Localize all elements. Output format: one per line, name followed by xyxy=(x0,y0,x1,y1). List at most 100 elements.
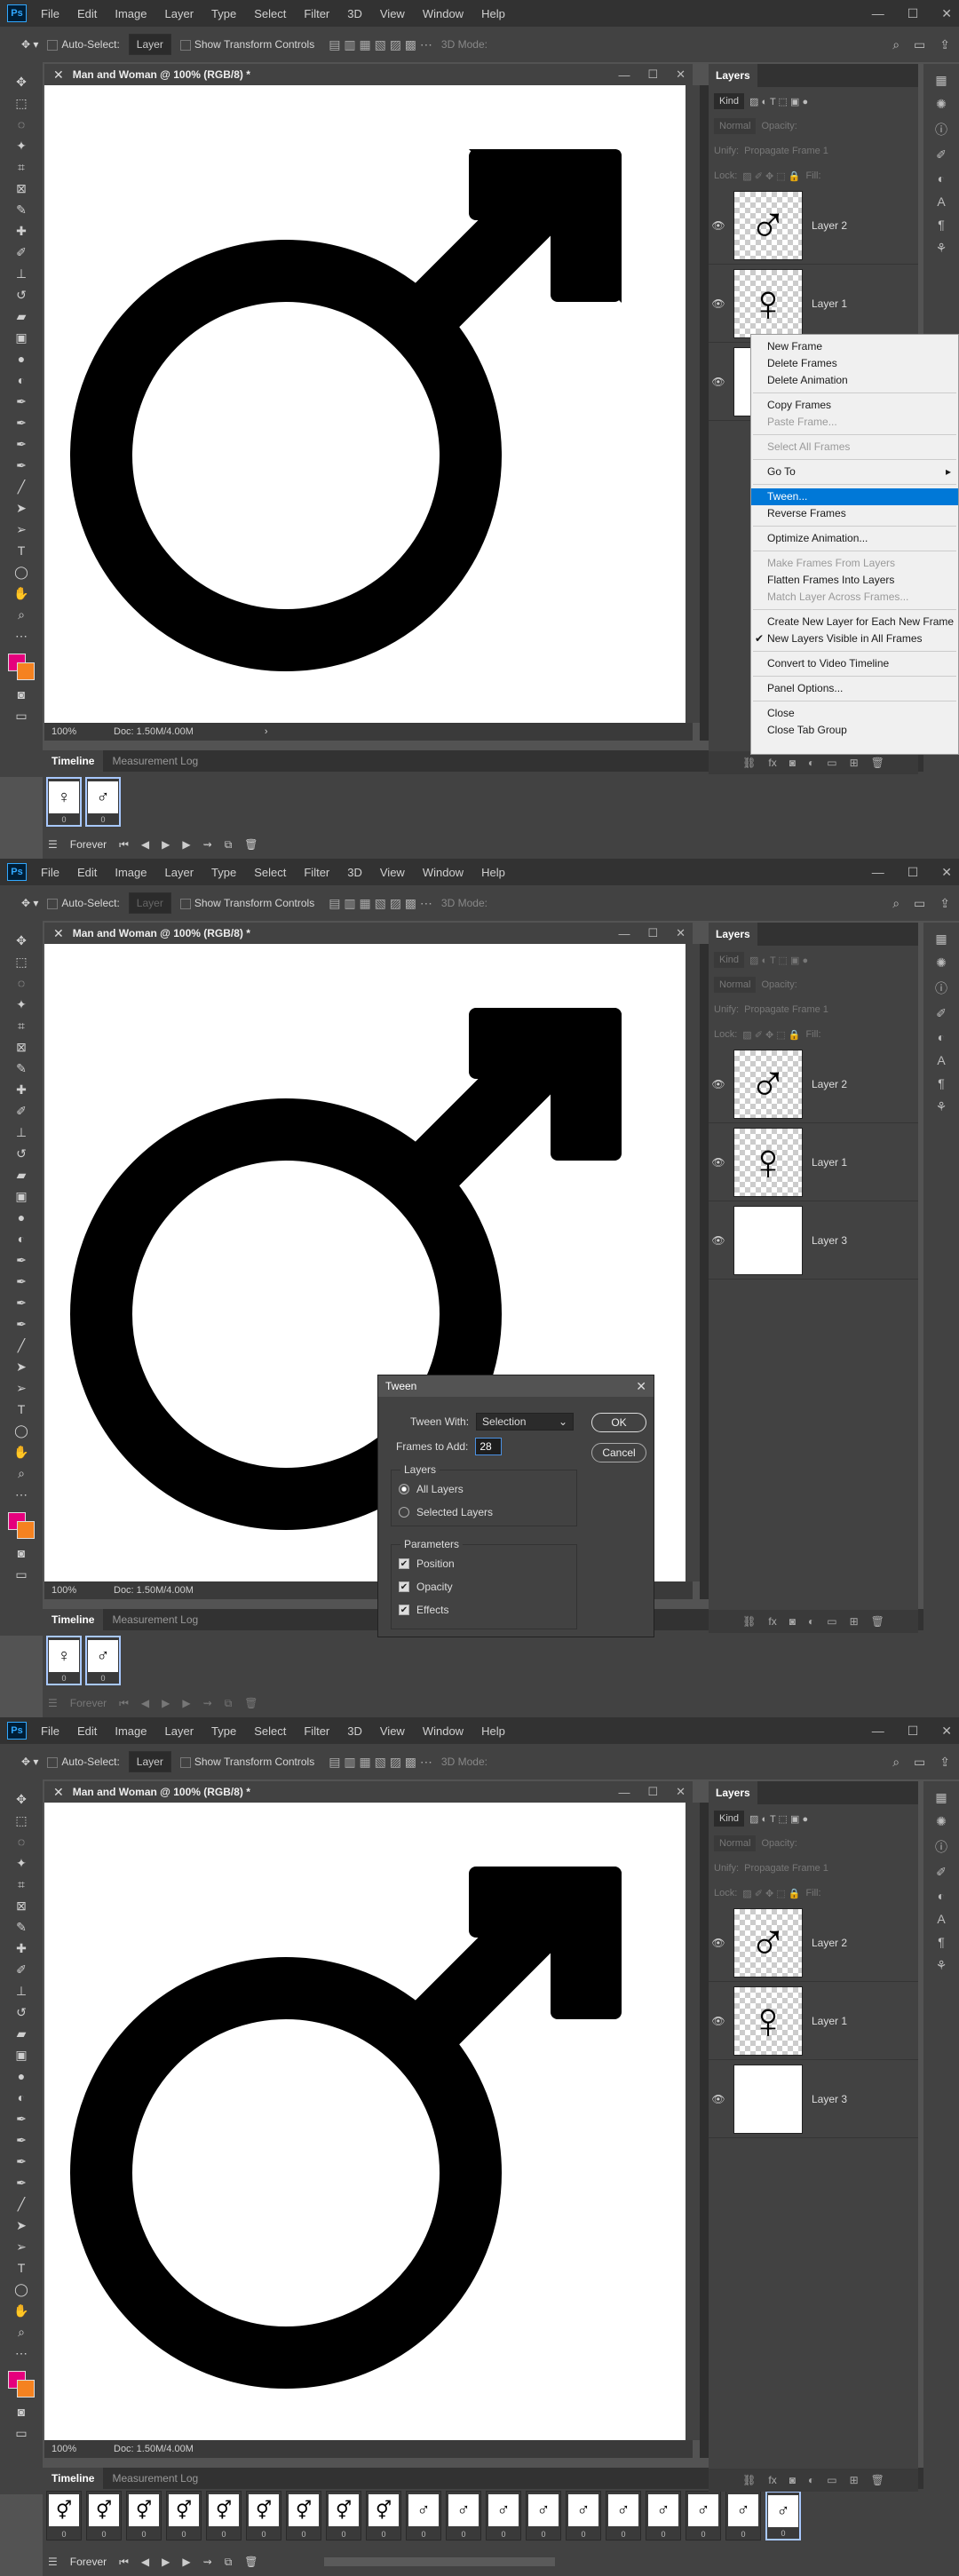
magic-wand-icon[interactable]: ✦ xyxy=(8,995,35,1013)
canvas-scrollbar[interactable] xyxy=(686,85,700,723)
doc-close-window-icon[interactable]: ✕ xyxy=(676,1785,686,1799)
color-swatches[interactable] xyxy=(6,652,36,682)
link-icon[interactable]: ⛓ xyxy=(742,1615,756,1628)
tab-timeline[interactable]: Timeline xyxy=(43,750,104,772)
prev-frame-icon[interactable]: ◀ xyxy=(141,1697,149,1709)
doc-close-window-icon[interactable]: ✕ xyxy=(676,926,686,940)
lasso-icon[interactable]: ◌ xyxy=(8,1833,35,1851)
more-tools-icon[interactable]: ⋯ xyxy=(8,627,35,645)
move-icon[interactable]: ✥ xyxy=(8,1790,35,1808)
stamp-icon[interactable]: ⊥ xyxy=(8,1982,35,2000)
canvas-scrollbar[interactable] xyxy=(686,944,700,1581)
doc-restore-icon[interactable]: ☐ xyxy=(647,67,658,82)
path-select-icon[interactable]: ➤ xyxy=(8,2216,35,2234)
crop-icon[interactable]: ⌗ xyxy=(8,158,35,176)
line-icon[interactable]: ╱ xyxy=(8,1336,35,1354)
eraser-icon[interactable]: ▰ xyxy=(8,307,35,325)
menu-help[interactable]: Help xyxy=(472,7,514,20)
frame-delay[interactable]: 0 xyxy=(261,2530,266,2539)
ellipse-icon[interactable]: ◯ xyxy=(8,2280,35,2298)
menu-file[interactable]: File xyxy=(32,1724,68,1738)
ctx-convert-video[interactable]: Convert to Video Timeline xyxy=(751,655,958,672)
zoom-icon[interactable]: ⌕ xyxy=(8,2323,35,2341)
ellipse-icon[interactable]: ◯ xyxy=(8,1422,35,1439)
ctx-create-new-layer[interactable]: Create New Layer for Each New Frame xyxy=(751,614,958,630)
more-tools-icon[interactable]: ⋯ xyxy=(8,1486,35,1503)
frame-delay[interactable]: 0 xyxy=(781,2529,785,2538)
tween-with-select[interactable]: Selection ⌄ xyxy=(476,1413,575,1431)
adjust-icon[interactable]: ◐ xyxy=(938,171,945,186)
menu-file[interactable]: File xyxy=(32,866,68,879)
marquee-icon[interactable]: ⬚ xyxy=(8,1811,35,1829)
trash-icon[interactable]: 🗑 xyxy=(871,757,884,769)
layer-dropdown[interactable]: Layer xyxy=(128,892,171,914)
frame-delay[interactable]: 0 xyxy=(101,2530,106,2539)
zoom-level[interactable]: 100% xyxy=(52,726,114,737)
frame-delay[interactable]: 0 xyxy=(61,2530,66,2539)
marquee-icon[interactable]: ⬚ xyxy=(8,94,35,112)
prev-frame-icon[interactable]: ◀ xyxy=(141,838,149,851)
frame-icon[interactable]: ⊠ xyxy=(8,179,35,197)
layer-row[interactable]: 👁 ♀ Layer 1 xyxy=(709,265,918,343)
delete-frame-icon[interactable]: 🗑 xyxy=(244,1697,258,1709)
tween-icon[interactable]: ⇝ xyxy=(203,838,212,851)
menu-layer[interactable]: Layer xyxy=(156,866,203,879)
type-icon[interactable]: T xyxy=(8,1400,35,1418)
hand-icon[interactable]: ✋ xyxy=(8,1443,35,1461)
move-tool-icon[interactable]: ✥ ▾ xyxy=(21,897,38,909)
ctx-go-to[interactable]: Go To ▸ xyxy=(751,464,958,480)
doc-restore-icon[interactable]: ☐ xyxy=(647,926,658,940)
frame-delay[interactable]: 0 xyxy=(341,2530,345,2539)
kind-filter[interactable]: Kind xyxy=(714,93,745,109)
animation-frame[interactable]: ♂ 0 xyxy=(85,1636,121,1685)
animation-frame[interactable]: ♂ 30 0 xyxy=(765,2491,801,2540)
healing-icon[interactable]: ✚ xyxy=(8,222,35,240)
link-icon[interactable]: ⛓ xyxy=(742,2474,756,2486)
blur-icon[interactable]: ● xyxy=(8,2067,35,2085)
blend-mode[interactable]: Normal xyxy=(714,977,757,993)
all-layers-radio[interactable] xyxy=(399,1484,409,1494)
transform-checkbox[interactable] xyxy=(179,39,191,51)
maximize-icon[interactable]: ☐ xyxy=(907,1724,919,1739)
frame-icon[interactable]: ⊠ xyxy=(8,1897,35,1914)
blur-icon[interactable]: ● xyxy=(8,1209,35,1226)
eye-icon[interactable]: 👁 xyxy=(709,1078,728,1090)
tab-measurement-log[interactable]: Measurement Log xyxy=(103,1609,207,1630)
loop-dropdown[interactable]: Forever xyxy=(70,2556,107,2568)
search-icon[interactable]: ⌕ xyxy=(892,896,900,911)
hand-icon[interactable]: ✋ xyxy=(8,584,35,602)
dodge-icon[interactable]: ◐ xyxy=(8,371,35,389)
align-icons[interactable]: ▤ ▥ ▦ ▧ ▨ ▩ ⋯ xyxy=(329,896,432,911)
healing-icon[interactable]: ✚ xyxy=(8,1081,35,1098)
animation-frame[interactable]: ♂ 27 0 xyxy=(646,2491,681,2540)
animation-frame[interactable]: ⚥ 16 0 xyxy=(206,2491,242,2540)
workspace-icon[interactable]: ▭ xyxy=(914,37,925,52)
dodge-icon[interactable]: ◐ xyxy=(8,2089,35,2106)
menu-filter[interactable]: Filter xyxy=(295,7,338,20)
mask-icon[interactable]: ◙ xyxy=(789,1615,796,1628)
eye-icon[interactable]: 👁 xyxy=(709,1937,728,1949)
layers-tab[interactable]: Layers xyxy=(709,64,757,87)
ellipse-icon[interactable]: ◯ xyxy=(8,563,35,581)
animation-frame[interactable]: ⚥ 18 0 xyxy=(286,2491,321,2540)
play-icon[interactable]: ▶ xyxy=(162,1697,170,1709)
frame-delay[interactable]: 0 xyxy=(581,2530,585,2539)
document-tab[interactable]: ✕ Man and Woman @ 100% (RGB/8) * — ☐ ✕ xyxy=(44,1781,693,1803)
path-select-icon[interactable]: ➤ xyxy=(8,1358,35,1375)
search-icon[interactable]: ⌕ xyxy=(892,37,900,52)
frame-delay[interactable]: 0 xyxy=(501,2530,505,2539)
crop-icon[interactable]: ⌗ xyxy=(8,1017,35,1034)
document-tab[interactable]: ✕ Man and Woman @ 100% (RGB/8) * — ☐ ✕ xyxy=(44,64,693,85)
menu-help[interactable]: Help xyxy=(472,1724,514,1738)
layer-row[interactable]: 👁 ♀ Layer 1 xyxy=(709,1123,918,1201)
crop-icon[interactable]: ⌗ xyxy=(8,1875,35,1893)
menu-select[interactable]: Select xyxy=(245,866,295,879)
frames-to-add-input[interactable]: 28 xyxy=(475,1438,503,1455)
tab-measurement-log[interactable]: Measurement Log xyxy=(103,750,207,772)
quick-mask-icon[interactable]: ◙ xyxy=(8,686,35,703)
pen2-icon[interactable]: ✒ xyxy=(8,1272,35,1290)
menu-select[interactable]: Select xyxy=(245,1724,295,1738)
convert-video-icon[interactable]: ☰ xyxy=(48,838,58,851)
group-icon[interactable]: ▭ xyxy=(827,2474,836,2486)
search-icon[interactable]: ⌕ xyxy=(892,1755,900,1770)
